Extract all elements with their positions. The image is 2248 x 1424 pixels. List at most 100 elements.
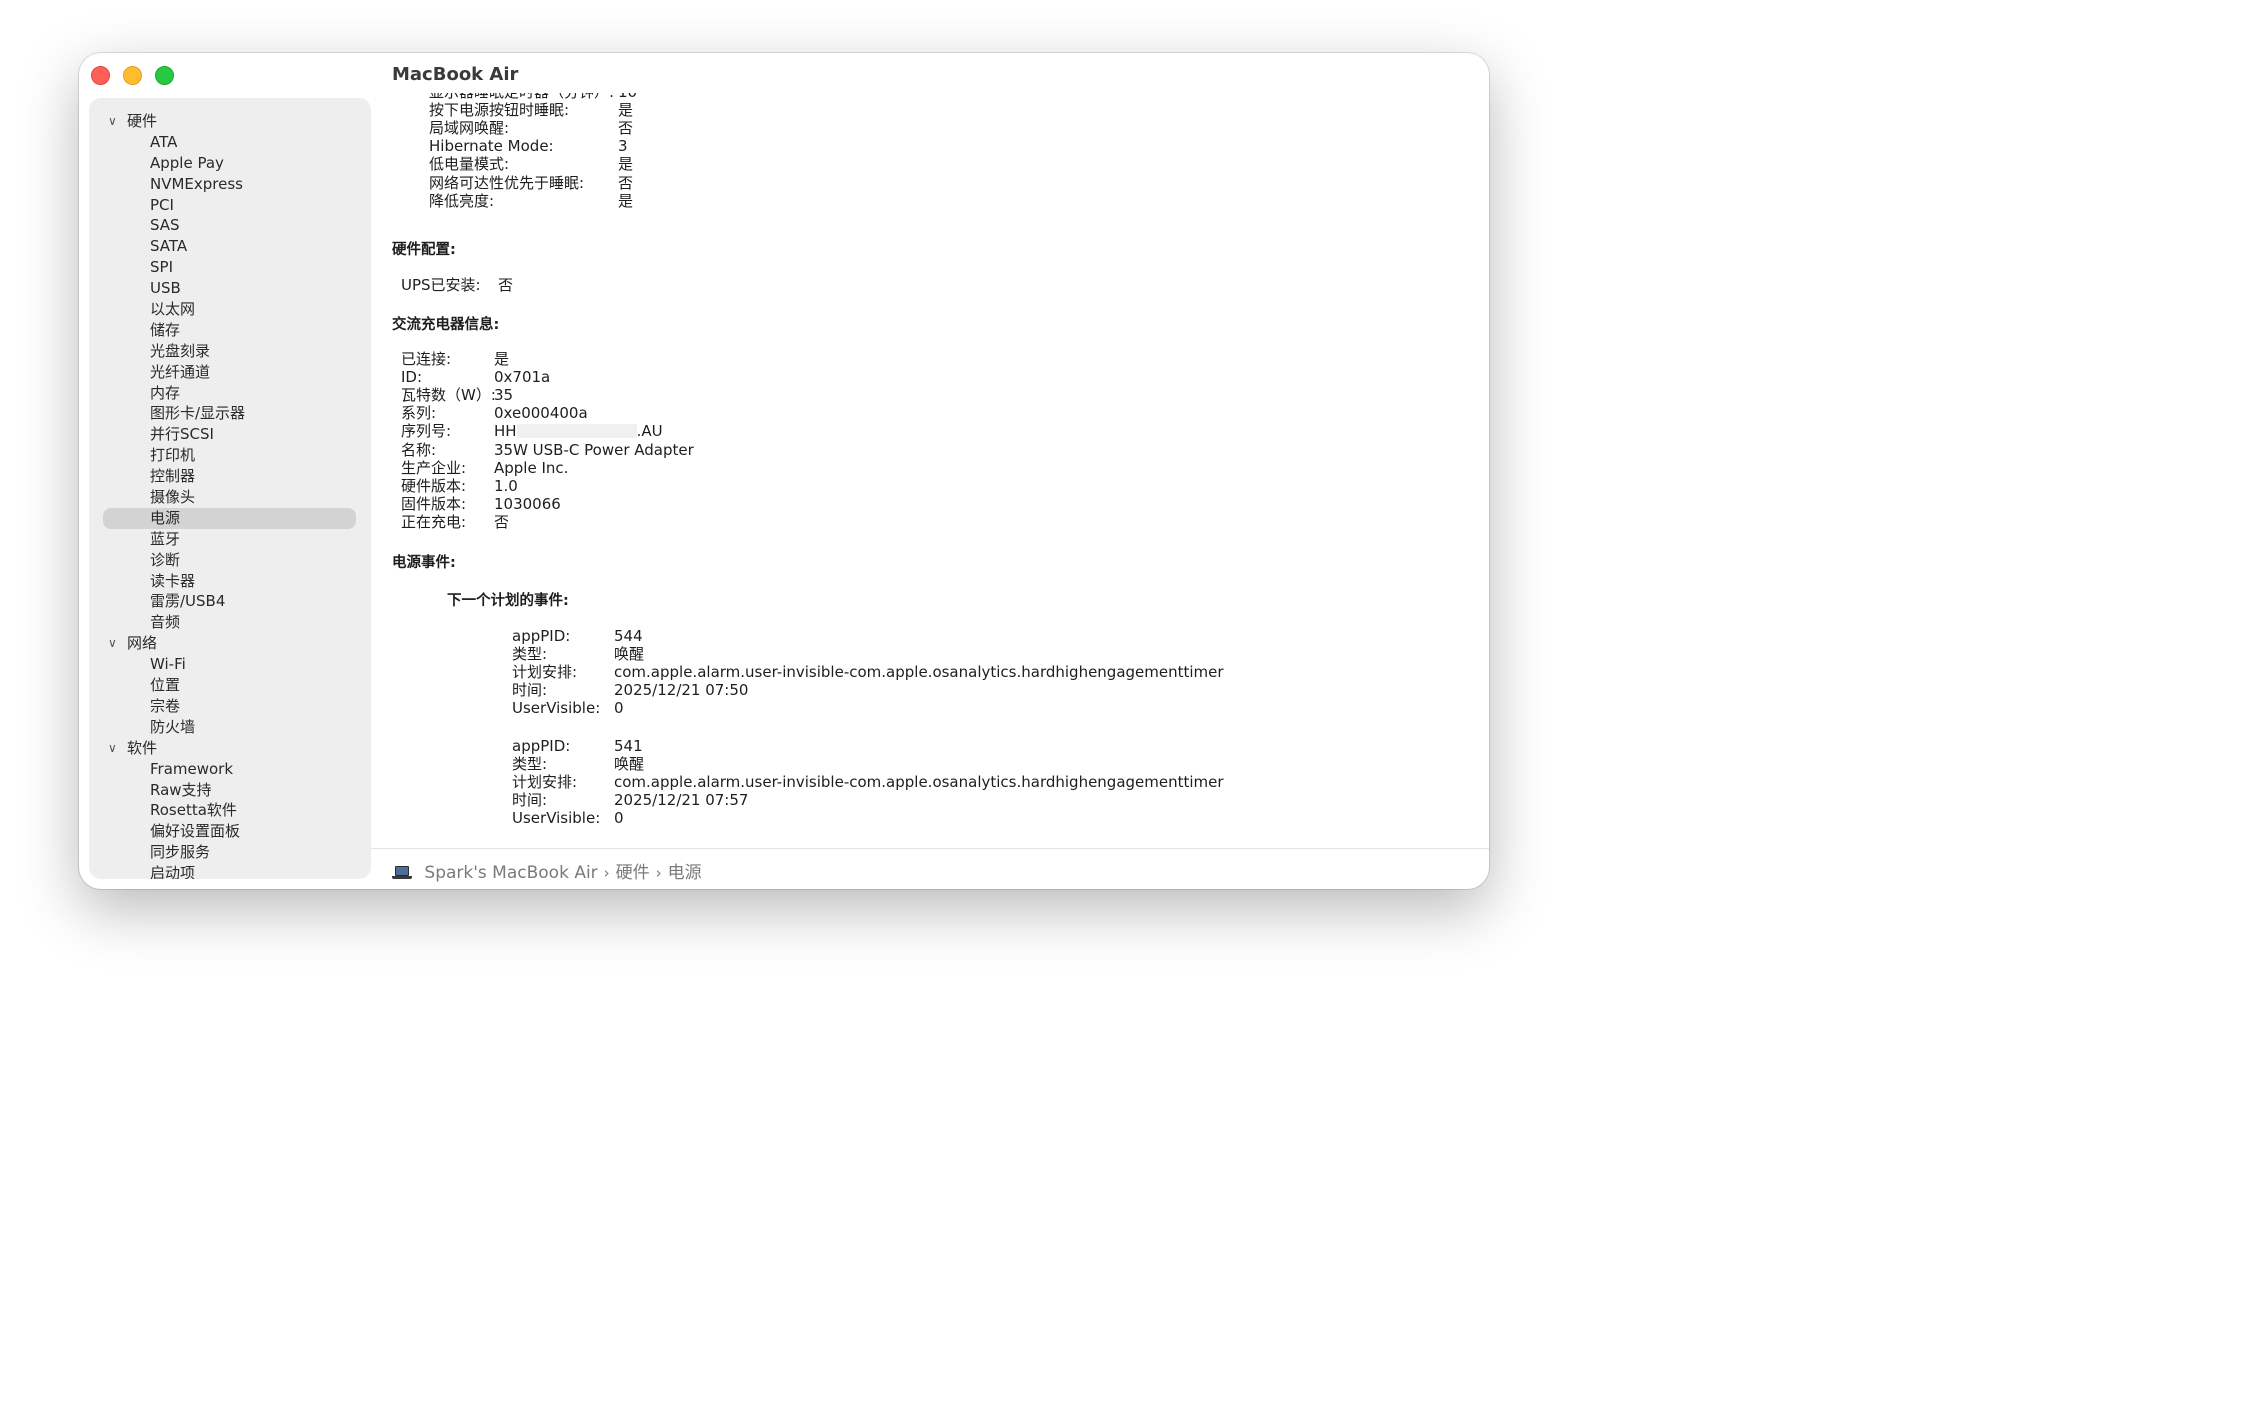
sidebar-item[interactable]: PCI xyxy=(89,195,371,216)
sidebar-item[interactable]: 内存 xyxy=(89,383,371,404)
sidebar-item[interactable]: 控制器 xyxy=(89,466,371,487)
next-scheduled-events-heading: 下一个计划的事件: xyxy=(447,593,569,609)
zoom-window-button[interactable] xyxy=(155,66,174,85)
chevron-down-icon[interactable]: ∨ xyxy=(108,111,117,132)
sidebar-item[interactable]: 读卡器 xyxy=(89,571,371,592)
sidebar-item[interactable]: NVMExpress xyxy=(89,174,371,195)
sidebar-item[interactable]: 启动项 xyxy=(89,863,371,879)
property-value: 1030066 xyxy=(494,494,561,513)
chevron-down-icon[interactable]: ∨ xyxy=(108,738,117,759)
sidebar-group-label: 硬件 xyxy=(127,112,158,130)
property-value: Apple Inc. xyxy=(494,458,569,477)
sidebar-item-label: 诊断 xyxy=(150,550,181,569)
ac-charger-row: 名称: 35W USB-C Power Adapter xyxy=(401,441,694,459)
sidebar-item-label: SAS xyxy=(150,216,180,235)
breadcrumb-separator: › xyxy=(603,864,610,882)
sidebar-item[interactable]: Raw支持 xyxy=(89,780,371,801)
property-value: 2025/12/21 07:50 xyxy=(614,681,749,700)
power-event-row: 类型: 唤醒 xyxy=(512,755,644,773)
sidebar-item-label: 摄像头 xyxy=(150,488,196,507)
property-key: 序列号: xyxy=(401,422,452,441)
sidebar-item[interactable]: 光纤通道 xyxy=(89,362,371,383)
sidebar-item-label: 打印机 xyxy=(150,446,196,465)
sidebar-item[interactable]: 宗卷 xyxy=(89,696,371,717)
property-value: 唤醒 xyxy=(614,755,645,774)
ac-charger-row: 瓦特数（W）: 35 xyxy=(401,386,513,405)
chevron-down-icon[interactable]: ∨ xyxy=(108,633,117,654)
property-value: 2025/12/21 07:57 xyxy=(614,791,749,810)
property-key: 时间: xyxy=(512,791,548,810)
property-value: 544 xyxy=(614,627,643,645)
sidebar-item[interactable]: SATA xyxy=(89,236,371,257)
sidebar-item-label: 并行SCSI xyxy=(150,425,214,444)
sidebar-item[interactable]: 雷雳/USB4 xyxy=(89,591,371,612)
property-key: 瓦特数（W）: xyxy=(401,386,496,405)
sidebar-item[interactable]: 偏好设置面板 xyxy=(89,821,371,842)
property-value: com.apple.alarm.user-invisible-com.apple… xyxy=(614,773,1224,792)
detail-pane[interactable]: 显示器睡眠定时器（分钟）:10按下电源按钮时睡眠:是局域网唤醒:否Hiberna… xyxy=(392,93,1472,845)
sidebar-item[interactable]: 诊断 xyxy=(89,550,371,571)
property-key: 时间: xyxy=(512,681,548,700)
property-value: 否 xyxy=(494,512,510,531)
property-key: 按下电源按钮时睡眠: xyxy=(429,101,570,120)
sidebar-item-label: 宗卷 xyxy=(150,696,181,715)
sidebar-item-label: 位置 xyxy=(150,676,181,695)
breadcrumb-item[interactable]: 电源 xyxy=(668,863,702,883)
sidebar-item-label: 偏好设置面板 xyxy=(150,822,241,841)
minimize-window-button[interactable] xyxy=(123,66,142,85)
power-event-row: 计划安排: com.apple.alarm.user-invisible-com.… xyxy=(512,773,1224,791)
sidebar-item[interactable]: 储存 xyxy=(89,320,371,341)
sidebar-item[interactable]: 位置 xyxy=(89,675,371,696)
sidebar-item[interactable]: Framework xyxy=(89,759,371,780)
sidebar-item[interactable]: 摄像头 xyxy=(89,487,371,508)
sidebar-item-label: 蓝牙 xyxy=(150,529,181,548)
sidebar-item-label: 防火墙 xyxy=(150,717,196,736)
sidebar-item[interactable]: 蓝牙 xyxy=(89,529,371,550)
sidebar-item[interactable]: ATA xyxy=(89,132,371,153)
property-key: 计划安排: xyxy=(512,663,578,682)
sidebar-item[interactable]: 防火墙 xyxy=(89,717,371,738)
sidebar-item[interactable]: 图形卡/显示器 xyxy=(89,403,371,424)
property-value: 唤醒 xyxy=(614,645,645,664)
property-key: 硬件版本: xyxy=(401,476,467,495)
sidebar-item[interactable]: USB xyxy=(89,278,371,299)
breadcrumb-item[interactable]: Spark's MacBook Air xyxy=(424,863,597,883)
sleep-setting-row: 显示器睡眠定时器（分钟）: 10 xyxy=(429,93,637,101)
sidebar-item[interactable]: 以太网 xyxy=(89,299,371,320)
sidebar-item[interactable]: 同步服务 xyxy=(89,842,371,863)
sidebar-item[interactable]: 并行SCSI xyxy=(89,424,371,445)
property-key: 已连接: xyxy=(401,350,452,368)
sidebar-item[interactable]: Wi-Fi xyxy=(89,654,371,675)
sidebar-item[interactable]: Apple Pay xyxy=(89,153,371,174)
sidebar-item[interactable]: 光盘刻录 xyxy=(89,341,371,362)
sidebar-group-label: 网络 xyxy=(127,634,158,653)
power-event-row: 时间: 2025/12/21 07:57 xyxy=(512,791,748,810)
sidebar-item[interactable]: 打印机 xyxy=(89,445,371,466)
property-value: 1.0 xyxy=(494,476,518,495)
property-key: UserVisible: xyxy=(512,809,601,828)
redacted-area xyxy=(516,424,637,439)
breadcrumb-item[interactable]: 硬件 xyxy=(616,863,650,883)
sidebar-item[interactable]: 电源 xyxy=(89,507,371,529)
sidebar-group-row[interactable]: ∨ 软件 xyxy=(89,738,371,759)
sidebar-item[interactable]: SPI xyxy=(89,257,371,278)
sidebar-group-row[interactable]: ∨ 硬件 xyxy=(89,111,371,132)
sidebar-item[interactable]: 音频 xyxy=(89,612,371,633)
sidebar-item-label: 电源 xyxy=(150,508,181,527)
sidebar-item-label: 光盘刻录 xyxy=(150,341,211,360)
sidebar-item-label: 雷雳/USB4 xyxy=(150,592,226,611)
sidebar-group-label: 软件 xyxy=(127,738,158,757)
close-window-button[interactable] xyxy=(91,66,110,85)
ups-row: UPS已安装: 否 xyxy=(401,276,513,294)
sleep-setting-row: 降低亮度: 是 xyxy=(429,192,633,210)
property-value: 35 xyxy=(494,386,514,405)
sidebar-item[interactable]: Rosetta软件 xyxy=(89,800,371,821)
sidebar-item[interactable]: SAS xyxy=(89,215,371,236)
sidebar-group-row[interactable]: ∨ 网络 xyxy=(89,633,371,654)
property-key: 固件版本: xyxy=(401,494,467,513)
sidebar-item-label: 音频 xyxy=(150,613,181,632)
sidebar-item-label: SPI xyxy=(150,258,173,277)
sidebar-item-label: 启动项 xyxy=(150,864,196,879)
sidebar-item-label: Raw支持 xyxy=(150,780,212,799)
ac-charger-row: 固件版本: 1030066 xyxy=(401,494,561,513)
